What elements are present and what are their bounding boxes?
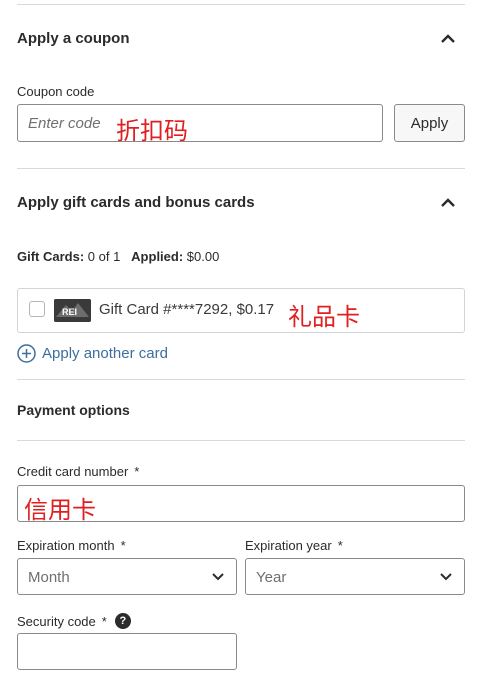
help-icon[interactable]: ? [114,613,131,629]
exp-month-label: Expiration month * [17,538,126,553]
exp-year-label-text: Expiration year [245,538,332,553]
exp-year-value: Year [256,569,287,586]
coupon-section-title[interactable]: Apply a coupon [17,30,130,47]
gift-summary: Gift Cards: 0 of 1 Applied: $0.00 [17,249,219,264]
coupon-annotation: 折扣码 [116,117,188,145]
coupon-code-label: Coupon code [17,84,95,99]
gift-card-option[interactable]: REI Gift Card #****7292, $0.17 礼品卡 [17,288,465,333]
required-mark: * [101,613,107,629]
required-mark: * [120,538,126,553]
apply-coupon-button[interactable]: Apply [394,104,465,142]
gift-card-checkbox[interactable] [29,301,45,317]
exp-month-label-text: Expiration month [17,538,115,553]
exp-month-value: Month [28,569,70,586]
gift-card-text: Gift Card #****7292, $0.17 [99,301,275,318]
security-code-label: Security code * ? [17,613,131,629]
applied-amount: $0.00 [186,249,220,264]
gift-cards-count: 0 of 1 [87,249,121,264]
cc-number-label-text: Credit card number [17,464,129,479]
chevron-down-icon [212,573,224,581]
apply-another-card-link[interactable]: Apply another card [17,344,168,363]
gift-card-logo: REI [54,299,91,322]
coupon-divider [17,168,465,169]
exp-month-select[interactable]: Month [17,558,237,595]
cc-number-input[interactable]: 信用卡 [17,485,465,524]
gift-annotation: 礼品卡 [288,303,360,331]
payment-section-title: Payment options [17,402,130,418]
apply-another-card-label: Apply another card [42,345,168,362]
gift-divider [17,379,465,380]
applied-label: Applied: [131,249,184,264]
payment-divider [17,440,465,441]
gift-section-title[interactable]: Apply gift cards and bonus cards [17,194,255,211]
exp-year-label: Expiration year * [245,538,343,553]
coupon-code-input[interactable]: Enter code 折扣码 [17,104,383,145]
cc-number-label: Credit card number * [17,464,139,479]
top-divider [17,4,465,5]
gift-cards-label: Gift Cards: [17,249,85,264]
chevron-down-icon [440,573,452,581]
required-mark: * [337,538,343,553]
coupon-code-placeholder: Enter code [28,115,101,132]
svg-text:REI: REI [62,307,77,317]
rei-logo-icon: REI [54,299,91,322]
security-code-input[interactable] [17,633,237,670]
chevron-up-icon[interactable] [440,197,456,209]
required-mark: * [134,464,140,479]
cc-annotation: 信用卡 [24,496,96,524]
plus-circle-icon [17,344,36,363]
chevron-up-icon[interactable] [440,33,456,45]
security-code-label-text: Security code [17,613,96,629]
exp-year-select[interactable]: Year [245,558,465,595]
